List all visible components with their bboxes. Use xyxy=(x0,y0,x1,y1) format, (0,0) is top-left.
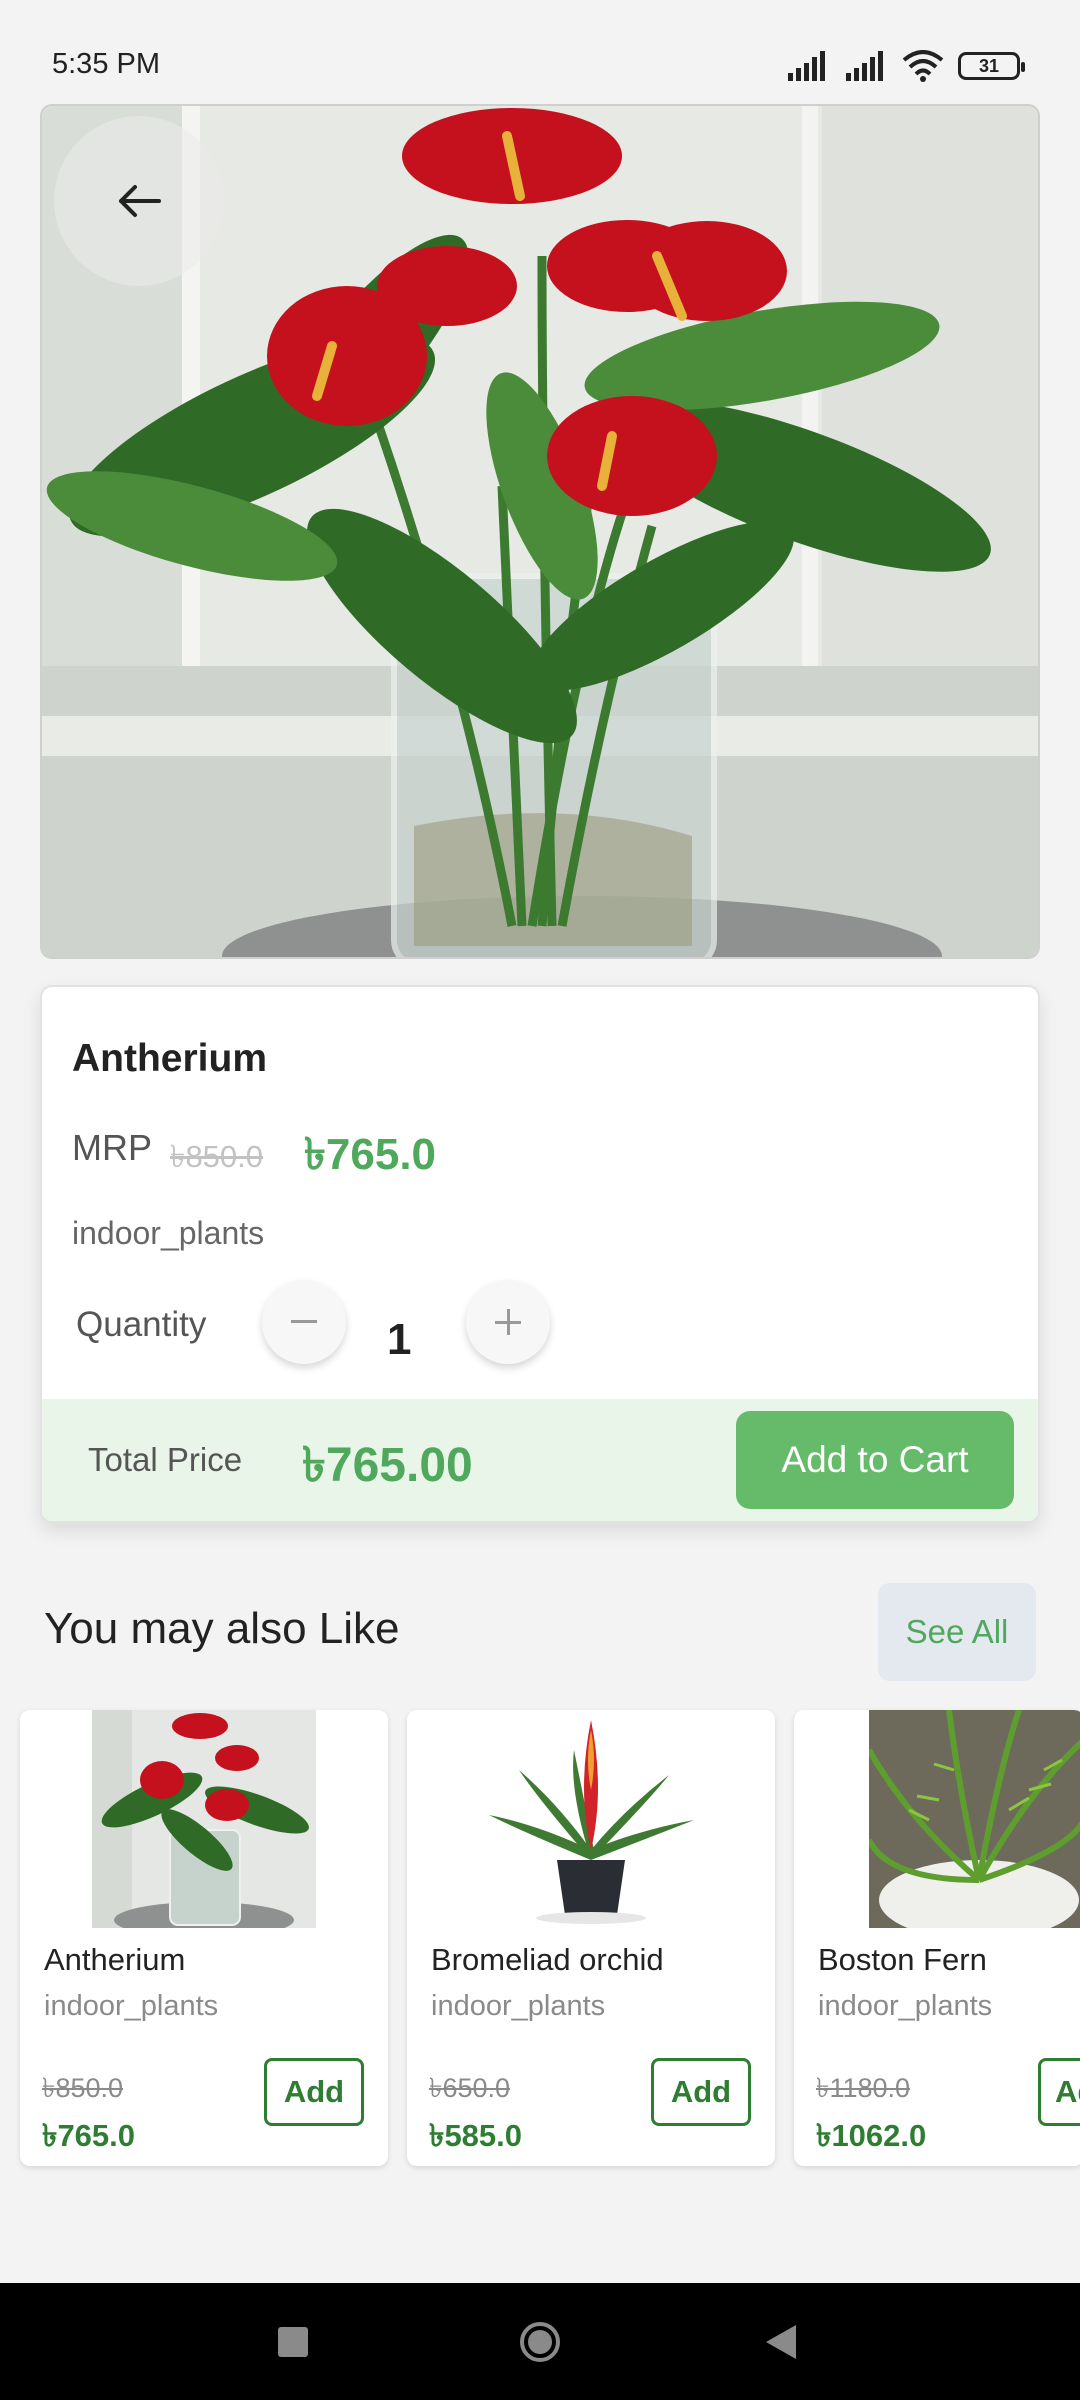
card-product-category: indoor_plants xyxy=(44,1990,219,2022)
card-original-price: ৳850.0 xyxy=(42,2073,124,2103)
decrease-quantity-button[interactable] xyxy=(262,1280,346,1364)
arrow-left-icon xyxy=(119,185,161,217)
recent-apps-icon[interactable] xyxy=(278,2327,308,2357)
battery-icon: 31 xyxy=(958,52,1025,80)
total-price-bar: Total Price ৳765.00 Add to Cart xyxy=(42,1399,1038,1521)
navigation-bar xyxy=(0,2283,1080,2400)
boston-fern-thumbnail xyxy=(869,1710,1080,1928)
see-all-button[interactable]: See All xyxy=(878,1583,1036,1681)
discounted-price: ৳765.0 xyxy=(304,1130,437,1179)
card-product-category: indoor_plants xyxy=(818,1990,993,2022)
back-button[interactable] xyxy=(54,116,224,286)
antherium-thumbnail xyxy=(92,1710,316,1928)
product-card[interactable]: Antherium indoor_plants ৳850.0 ৳765.0 Ad… xyxy=(20,1710,388,2166)
total-price-label: Total Price xyxy=(88,1441,243,1478)
plus-icon xyxy=(495,1309,521,1335)
card-product-category: indoor_plants xyxy=(431,1990,606,2022)
card-add-button[interactable]: Add xyxy=(264,2058,364,2126)
status-icons: 31 xyxy=(786,48,1025,84)
card-product-name: Bromeliad orchid xyxy=(431,1942,664,1977)
total-price-value: ৳765.00 xyxy=(302,1439,473,1492)
product-name: Antherium xyxy=(72,1037,267,1080)
back-nav-icon[interactable] xyxy=(766,2325,796,2359)
quantity-value: 1 xyxy=(387,1315,412,1364)
wifi-icon xyxy=(902,50,944,82)
product-category: indoor_plants xyxy=(72,1215,265,1251)
card-add-button[interactable]: Add xyxy=(1038,2058,1080,2126)
original-price: ৳850.0 xyxy=(170,1139,264,1174)
battery-level: 31 xyxy=(978,56,1000,76)
product-detail-card: Antherium MRP ৳850.0 ৳765.0 indoor_plant… xyxy=(40,985,1040,1523)
card-product-name: Antherium xyxy=(44,1942,186,1977)
card-original-price: ৳650.0 xyxy=(429,2073,511,2103)
status-bar: 5:35 PM 31 xyxy=(0,0,1080,100)
bromeliad-thumbnail xyxy=(479,1710,703,1928)
card-original-price: ৳1180.0 xyxy=(816,2073,911,2103)
signal-icon xyxy=(846,51,883,81)
mrp-label: MRP xyxy=(72,1127,152,1168)
status-time: 5:35 PM xyxy=(52,48,160,80)
product-hero-image xyxy=(40,104,1040,959)
card-price: ৳1062.0 xyxy=(816,2118,927,2153)
home-icon[interactable] xyxy=(519,2321,561,2363)
section-title: You may also Like xyxy=(44,1604,400,1653)
card-price: ৳585.0 xyxy=(429,2118,523,2153)
add-to-cart-button[interactable]: Add to Cart xyxy=(736,1411,1014,1509)
signal-icon xyxy=(788,51,825,81)
product-card[interactable]: Bromeliad orchid indoor_plants ৳650.0 ৳5… xyxy=(407,1710,775,2166)
card-product-name: Boston Fern xyxy=(818,1942,987,1977)
card-add-button[interactable]: Add xyxy=(651,2058,751,2126)
quantity-label: Quantity xyxy=(76,1305,207,1344)
minus-icon xyxy=(291,1320,317,1323)
increase-quantity-button[interactable] xyxy=(466,1280,550,1364)
card-price: ৳765.0 xyxy=(42,2118,136,2153)
product-card[interactable]: Boston Fern indoor_plants ৳1180.0 ৳1062.… xyxy=(794,1710,1080,2166)
